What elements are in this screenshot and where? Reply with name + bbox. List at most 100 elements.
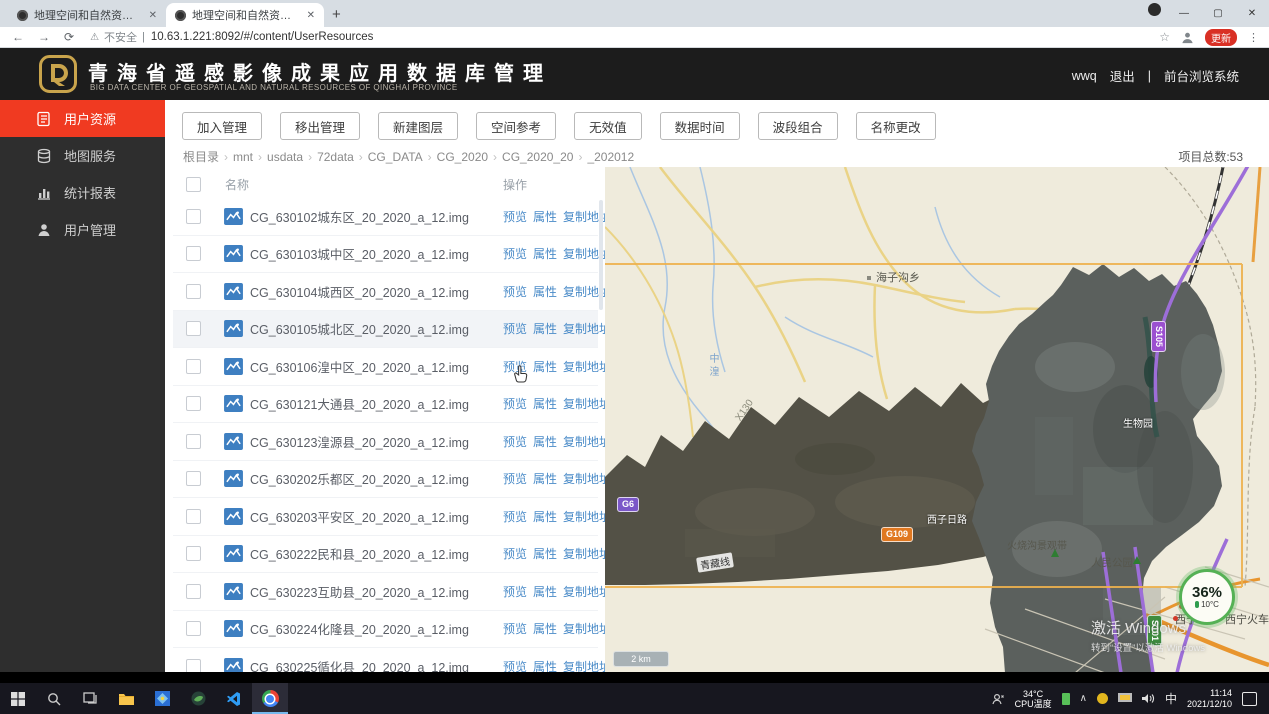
breadcrumb-item[interactable]: _202012 [587,150,634,164]
bookmark-star-icon[interactable]: ☆ [1159,30,1170,44]
table-row[interactable]: CG_630202乐都区_20_2020_a_12.img预览属性复制地址 [173,461,598,499]
tab-close-icon[interactable]: ✕ [149,10,157,21]
display-tray-icon[interactable] [1118,693,1132,704]
table-row[interactable]: CG_630105城北区_20_2020_a_12.img预览属性复制地址 [173,311,598,349]
toolbar-button[interactable]: 无效值 [574,112,642,140]
action-link[interactable]: 复制地址 [563,545,611,562]
action-link[interactable]: 复制地址 [563,283,611,300]
action-link[interactable]: 预览 [503,245,527,262]
action-link[interactable]: 复制地址 [563,508,611,525]
action-link[interactable]: 属性 [533,320,557,337]
menu-kebab-icon[interactable]: ⋮ [1248,31,1259,44]
clock[interactable]: 11:14 2021/12/10 [1187,688,1232,710]
breadcrumb-item[interactable]: CG_2020 [437,150,488,164]
sidebar-item-statistics-report[interactable]: 统计报表 [0,174,165,211]
action-link[interactable]: 预览 [503,583,527,600]
search-icon[interactable] [36,683,72,714]
maximize-button[interactable]: ▢ [1201,0,1235,27]
table-row[interactable]: CG_630103城中区_20_2020_a_12.img预览属性复制地址 [173,236,598,274]
table-row[interactable]: CG_630222民和县_20_2020_a_12.img预览属性复制地址 [173,536,598,574]
row-checkbox[interactable] [186,246,201,261]
action-link[interactable]: 复制地址 [563,470,611,487]
file-explorer-icon[interactable] [108,683,144,714]
toolbar-button[interactable]: 移出管理 [280,112,360,140]
action-link[interactable]: 属性 [533,658,557,673]
action-center-icon[interactable] [1242,692,1257,706]
row-checkbox[interactable] [186,509,201,524]
close-button[interactable]: ✕ [1235,0,1269,27]
back-icon[interactable]: ← [12,30,24,44]
action-link[interactable]: 预览 [503,395,527,412]
action-link[interactable]: 属性 [533,470,557,487]
browser-profile-icon[interactable] [1141,0,1167,27]
vscode-icon[interactable] [216,683,252,714]
table-row[interactable]: CG_630225循化县_20_2020_a_12.img预览属性复制地址 [173,648,598,673]
toolbar-button[interactable]: 空间参考 [476,112,556,140]
update-button[interactable]: 更新 [1205,29,1237,46]
toolbar-button[interactable]: 新建图层 [378,112,458,140]
photos-app-icon[interactable] [144,683,180,714]
action-link[interactable]: 复制地址 [563,208,611,225]
action-link[interactable]: 复制地址 [563,620,611,637]
toolbar-button[interactable]: 名称更改 [856,112,936,140]
row-checkbox[interactable] [186,209,201,224]
chrome-icon[interactable] [252,683,288,714]
map-view[interactable]: 海子沟乡 X130 中湟 青藏线 西子日路 生物园 火烧沟景观带 人民公园 西宁… [605,167,1269,673]
toolbar-button[interactable]: 数据时间 [660,112,740,140]
people-icon[interactable] [992,693,1005,705]
breadcrumb-item[interactable]: 72data [317,150,354,164]
sidebar-item-map-services[interactable]: 地图服务 [0,137,165,174]
table-scrollbar[interactable] [599,200,603,310]
table-row[interactable]: CG_630106湟中区_20_2020_a_12.img预览属性复制地址 [173,348,598,386]
row-checkbox[interactable] [186,659,201,673]
action-link[interactable]: 预览 [503,433,527,450]
table-row[interactable]: CG_630104城西区_20_2020_a_12.img预览属性复制地址 [173,273,598,311]
action-link[interactable]: 预览 [503,508,527,525]
table-row[interactable]: CG_630102城东区_20_2020_a_12.img预览属性复制地址 [173,198,598,236]
breadcrumb-item[interactable]: CG_DATA [368,150,423,164]
action-link[interactable]: 预览 [503,208,527,225]
tray-app-icon[interactable] [1062,693,1070,705]
table-row[interactable]: CG_630223互助县_20_2020_a_12.img预览属性复制地址 [173,573,598,611]
action-link[interactable]: 预览 [503,658,527,673]
action-link[interactable]: 属性 [533,358,557,375]
action-link[interactable]: 复制地址 [563,395,611,412]
action-link[interactable]: 预览 [503,620,527,637]
action-link[interactable]: 属性 [533,283,557,300]
action-link[interactable]: 属性 [533,508,557,525]
profile-icon[interactable] [1181,31,1194,44]
action-link[interactable]: 属性 [533,583,557,600]
front-system-link[interactable]: 前台浏览系统 [1164,66,1239,85]
select-all-checkbox[interactable] [186,177,201,192]
action-link[interactable]: 属性 [533,433,557,450]
action-link[interactable]: 属性 [533,208,557,225]
cpu-temp-widget[interactable]: 34°C CPU温度 [1015,689,1052,709]
breadcrumb-item[interactable]: 根目录 [183,150,219,164]
table-row[interactable]: CG_630224化隆县_20_2020_a_12.img预览属性复制地址 [173,611,598,649]
url-text[interactable]: 10.63.1.221:8092/#/content/UserResources [151,31,373,43]
app-icon[interactable] [180,683,216,714]
browser-tab-2-active[interactable]: 地理空间和自然资源数据管理平... ✕ [166,3,324,27]
action-link[interactable]: 预览 [503,470,527,487]
logout-link[interactable]: 退出 [1110,66,1135,85]
tab-close-icon[interactable]: ✕ [307,10,315,21]
row-checkbox[interactable] [186,359,201,374]
breadcrumb-item[interactable]: mnt [233,150,253,164]
browser-tab-1[interactable]: 地理空间和自然资源大数据中心 ✕ [8,3,166,27]
start-button[interactable] [0,683,36,714]
breadcrumb-item[interactable]: usdata [267,150,303,164]
ime-indicator[interactable]: 中 [1165,690,1177,707]
row-checkbox[interactable] [186,471,201,486]
task-view-icon[interactable] [72,683,108,714]
tray-icon-yellow[interactable] [1097,693,1108,704]
action-link[interactable]: 预览 [503,283,527,300]
action-link[interactable]: 复制地址 [563,433,611,450]
sidebar-item-user-resources[interactable]: 用户资源 [0,100,165,137]
table-row[interactable]: CG_630123湟源县_20_2020_a_12.img预览属性复制地址 [173,423,598,461]
row-checkbox[interactable] [186,584,201,599]
hidden-icons-caret[interactable]: ∧ [1080,693,1087,704]
action-link[interactable]: 预览 [503,545,527,562]
row-checkbox[interactable] [186,546,201,561]
minimize-button[interactable]: — [1167,0,1201,27]
action-link[interactable]: 复制地址 [563,320,611,337]
